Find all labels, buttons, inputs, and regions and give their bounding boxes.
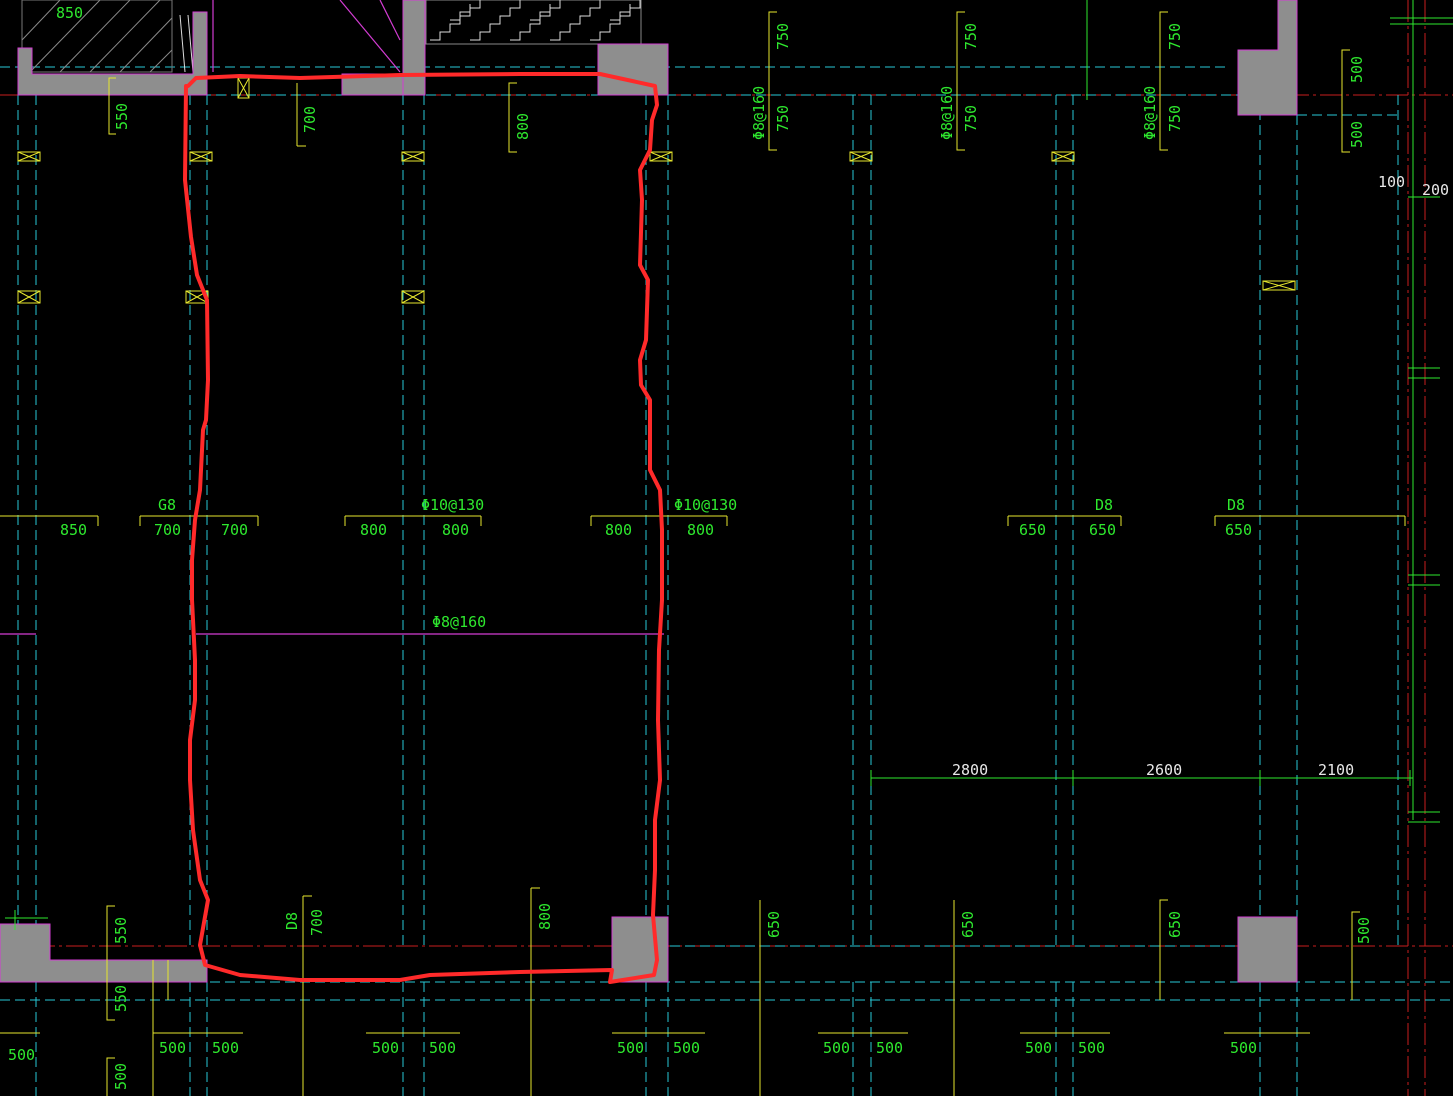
bottom-dim-2: 500 — [159, 1039, 186, 1057]
dim-200: 200 — [1422, 181, 1449, 199]
bottom-dim-3: 500 — [212, 1039, 239, 1057]
bottom-dim-6: 500 — [617, 1039, 644, 1057]
bottom-d8: D8 — [283, 912, 301, 930]
door-swing — [179, 0, 401, 73]
span-2800: 2800 — [952, 761, 988, 779]
bottom-dimension-lines — [5, 887, 1360, 1096]
bottom-v-1: 550 — [112, 917, 130, 944]
mid-dim-4: 800 — [360, 521, 387, 539]
mid-dim-2: 700 — [154, 521, 181, 539]
label-phi10-b: Φ10@130 — [674, 496, 737, 514]
rebar-1-upper: 750 — [774, 23, 792, 50]
bottom-dim-5: 500 — [429, 1039, 456, 1057]
label-d8-b: D8 — [1227, 496, 1245, 514]
mid-dim-8: 650 — [1019, 521, 1046, 539]
label-g8: G8 — [158, 496, 176, 514]
mid-dim-10: 650 — [1225, 521, 1252, 539]
bottom-dim-4: 500 — [372, 1039, 399, 1057]
bottom-v-5: 650 — [959, 911, 977, 938]
rebar-3-spec: Φ8@160 — [1141, 86, 1159, 140]
dim-v-top-1: 550 — [113, 103, 131, 130]
bottom-dim-10: 500 — [1025, 1039, 1052, 1057]
bottom-v-7: 500 — [1355, 917, 1373, 944]
mid-dim-9: 650 — [1089, 521, 1116, 539]
mid-dim-3: 700 — [221, 521, 248, 539]
span-2100: 2100 — [1318, 761, 1354, 779]
dim-right-top-1: 500 — [1348, 56, 1366, 83]
span-2600: 2600 — [1146, 761, 1182, 779]
bottom-v-9: 500 — [112, 1063, 130, 1090]
mid-dim-6: 800 — [605, 521, 632, 539]
dim-right-top-2: 500 — [1348, 121, 1366, 148]
stair-hatch — [425, 0, 642, 45]
bottom-v-6: 650 — [1166, 911, 1184, 938]
dim-v-top-2: 700 — [301, 106, 319, 133]
rebar-1-spec: Φ8@160 — [750, 86, 768, 140]
cad-drawing-canvas[interactable]: 850 550 700 800 750 750 Φ8@160 750 750 Φ… — [0, 0, 1453, 1096]
hatch-left — [21, 0, 173, 73]
bottom-dim-11: 500 — [1078, 1039, 1105, 1057]
mid-dim-5: 800 — [442, 521, 469, 539]
label-phi10-a: Φ10@130 — [421, 496, 484, 514]
rebar-2-lower: 750 — [962, 105, 980, 132]
span-rebar-label: Φ8@160 — [432, 613, 486, 631]
mid-dim-7: 800 — [687, 521, 714, 539]
bottom-dim-1: 500 — [8, 1046, 35, 1064]
label-d8-a: D8 — [1095, 496, 1113, 514]
rebar-1-lower: 750 — [774, 105, 792, 132]
bottom-dim-9: 500 — [876, 1039, 903, 1057]
mid-dim-1: 850 — [60, 521, 87, 539]
beam-gridlines — [0, 66, 1453, 1096]
bottom-v-2: 700 — [308, 909, 326, 936]
dim-100: 100 — [1378, 173, 1405, 191]
rebar-3-upper: 750 — [1166, 23, 1184, 50]
bottom-v-4: 650 — [765, 911, 783, 938]
dim-top-left: 850 — [56, 4, 83, 22]
dim-v-top-3: 800 — [514, 113, 532, 140]
axis-lines — [0, 0, 1453, 1096]
bottom-dim-8: 500 — [823, 1039, 850, 1057]
rebar-2-upper: 750 — [962, 23, 980, 50]
bottom-v-3: 800 — [536, 903, 554, 930]
bottom-v-8: 550 — [112, 985, 130, 1012]
rebar-2-spec: Φ8@160 — [938, 86, 956, 140]
cad-drawing: 850 550 700 800 750 750 Φ8@160 750 750 Φ… — [0, 0, 1453, 1096]
rebar-3-lower: 750 — [1166, 105, 1184, 132]
bottom-dim-12: 500 — [1230, 1039, 1257, 1057]
bottom-dim-7: 500 — [673, 1039, 700, 1057]
